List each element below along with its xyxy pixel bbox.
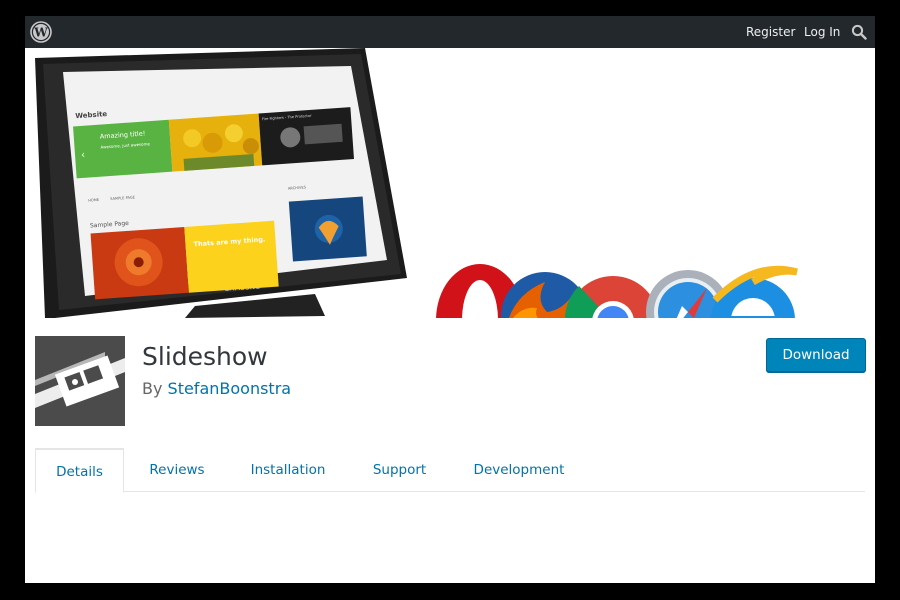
monitor-image: SAMSUNG Website Amazing title! Awesome, … (35, 48, 407, 318)
wordpress-logo-icon[interactable]: W (30, 21, 52, 43)
plugin-author: By StefanBoonstra (142, 379, 291, 398)
author-prefix: By (142, 379, 168, 398)
internet-explorer-icon (711, 265, 798, 318)
banner-illustration: SAMSUNG Website Amazing title! Awesome, … (35, 48, 798, 318)
login-link[interactable]: Log In (804, 25, 840, 39)
register-link[interactable]: Register (746, 25, 795, 39)
tab-development[interactable]: Development (465, 448, 573, 492)
screen-nav-home: HOME (88, 198, 100, 203)
search-icon[interactable] (851, 24, 867, 40)
download-button[interactable]: Download (766, 338, 866, 372)
plugin-tabs: Details Reviews Installation Support Dev… (35, 448, 865, 493)
browser-icons (436, 264, 798, 318)
plugin-header: Slideshow By StefanBoonstra Download (25, 318, 875, 448)
tab-support[interactable]: Support (362, 448, 437, 492)
chrome-icon (565, 276, 659, 318)
tab-reviews[interactable]: Reviews (136, 448, 218, 492)
svg-text:W: W (33, 26, 48, 40)
wp-top-bar: W Register Log In (25, 16, 875, 48)
svg-text:‹: ‹ (81, 150, 86, 161)
browser-viewport: W Register Log In SAMSUNG Website (25, 16, 875, 583)
tab-content (35, 493, 865, 583)
slideshow-film-icon (35, 336, 125, 426)
plugin-banner: SAMSUNG Website Amazing title! Awesome, … (25, 48, 875, 318)
tab-details[interactable]: Details (35, 448, 124, 493)
plugin-title: Slideshow (142, 342, 268, 371)
author-link[interactable]: StefanBoonstra (168, 379, 292, 398)
tab-installation[interactable]: Installation (239, 448, 337, 492)
